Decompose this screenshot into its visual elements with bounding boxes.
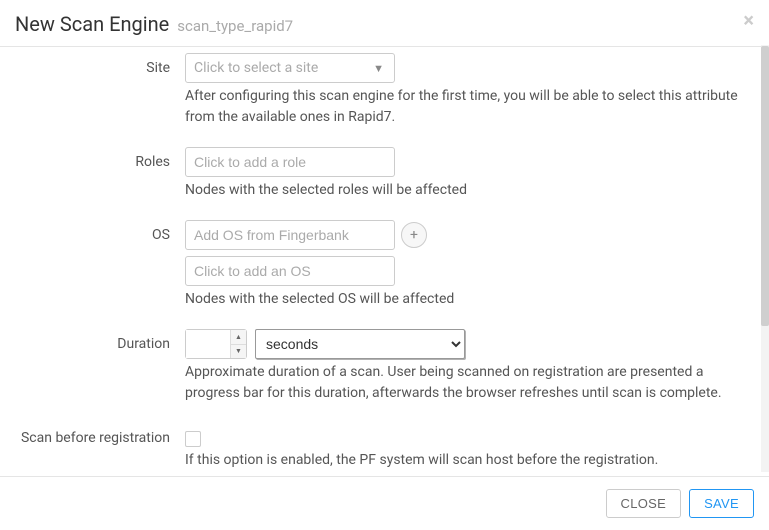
close-icon[interactable]: × [743, 10, 754, 30]
modal-footer: CLOSE SAVE [0, 476, 769, 530]
modal-subtitle: scan_type_rapid7 [177, 17, 293, 35]
duration-value[interactable] [186, 330, 230, 358]
help-site: After configuring this scan engine for t… [185, 86, 749, 128]
chevron-down-icon: ▼ [373, 62, 384, 75]
help-roles: Nodes with the selected roles will be af… [185, 180, 749, 201]
help-scan-before: If this option is enabled, the PF system… [185, 450, 749, 471]
row-os: OS + Nodes with the selected OS will be … [10, 220, 759, 310]
site-select[interactable]: Click to select a site ▼ [185, 53, 395, 83]
row-roles: Roles Nodes with the selected roles will… [10, 147, 759, 201]
row-scan-before: Scan before registration If this option … [10, 423, 759, 471]
spin-down-icon[interactable]: ▼ [231, 345, 246, 359]
duration-unit-select[interactable]: seconds [255, 329, 465, 359]
duration-stepper[interactable]: ▲ ▼ [185, 329, 247, 359]
label-site: Site [10, 53, 185, 76]
spin-up-icon[interactable]: ▲ [231, 330, 246, 345]
save-button[interactable]: SAVE [689, 489, 754, 518]
os-fingerbank-input[interactable] [185, 220, 395, 250]
site-placeholder: Click to select a site [194, 60, 318, 76]
help-duration: Approximate duration of a scan. User bei… [185, 362, 749, 404]
modal-body: Site Click to select a site ▼ After conf… [0, 47, 769, 475]
plus-icon: + [410, 227, 418, 243]
close-button[interactable]: CLOSE [606, 489, 682, 518]
row-duration: Duration ▲ ▼ seconds Approximate duratio… [10, 329, 759, 404]
row-site: Site Click to select a site ▼ After conf… [10, 53, 759, 128]
scrollbar-thumb[interactable] [761, 46, 769, 326]
label-roles: Roles [10, 147, 185, 170]
label-os: OS [10, 220, 185, 243]
modal-header: New Scan Engine scan_type_rapid7 × [0, 0, 769, 47]
scrollbar-track[interactable] [761, 45, 769, 472]
label-scan-before: Scan before registration [10, 423, 185, 446]
scan-before-checkbox[interactable] [185, 431, 201, 447]
add-os-button[interactable]: + [401, 222, 427, 248]
roles-input[interactable] [185, 147, 395, 177]
modal-title: New Scan Engine [15, 12, 169, 36]
label-duration: Duration [10, 329, 185, 352]
help-os: Nodes with the selected OS will be affec… [185, 289, 749, 310]
os-manual-input[interactable] [185, 256, 395, 286]
